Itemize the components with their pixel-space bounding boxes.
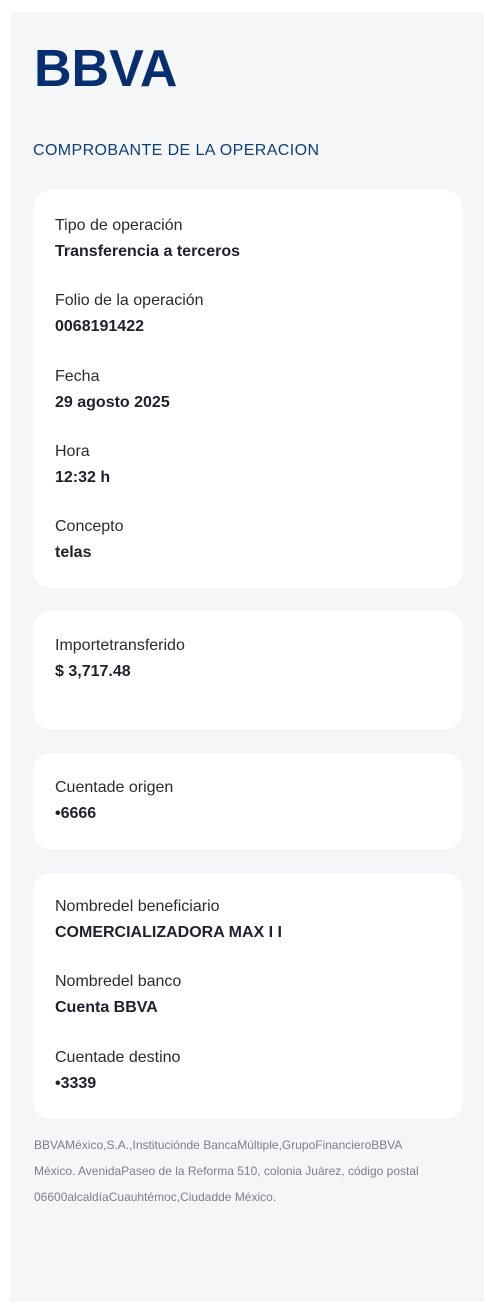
- page-title: COMPROBANTE DE LA OPERACION: [33, 142, 320, 159]
- destination-account-field: Cuentade destino •3339: [55, 1048, 180, 1094]
- amount-label: Importetransferido: [55, 637, 185, 654]
- folio-label: Folio de la operación: [55, 292, 204, 309]
- bank-name-field: Nombredel banco Cuenta BBVA: [55, 972, 181, 1018]
- footer-line-2: México. AvenidaPaseo de la Reforma 510, …: [34, 1164, 419, 1178]
- concept-label: Concepto: [55, 518, 124, 535]
- operation-details-card: Tipo de operación Transferencia a tercer…: [33, 190, 463, 588]
- beneficiary-name-field: Nombredel beneficiario COMERCIALIZADORA …: [55, 897, 282, 943]
- footer-line-1: BBVAMéxico,S.A.,Instituciónde BancaMúlti…: [34, 1138, 403, 1152]
- origin-account-card: Cuentade origen •6666: [33, 753, 463, 849]
- date-field: Fecha 29 agosto 2025: [55, 367, 170, 413]
- folio-value: 0068191422: [55, 318, 144, 335]
- beneficiary-name-label: Nombredel beneficiario: [55, 898, 220, 915]
- receipt-page: BBVA COMPROBANTE DE LA OPERACION Tipo de…: [10, 12, 484, 1302]
- time-value: 12:32 h: [55, 469, 111, 486]
- logo-text: BBVA: [34, 42, 177, 92]
- footer-line-3: 06600alcaldíaCuauhtémoc,Ciudadde México.: [34, 1190, 277, 1204]
- concept-value: telas: [55, 544, 92, 561]
- beneficiary-name-value: COMERCIALIZADORA MAX I I: [55, 924, 282, 941]
- legal-footer: BBVAMéxico,S.A.,Instituciónde BancaMúlti…: [34, 1132, 458, 1210]
- beneficiary-card: Nombredel beneficiario COMERCIALIZADORA …: [33, 873, 463, 1119]
- date-value: 29 agosto 2025: [55, 394, 170, 411]
- operation-type-label: Tipo de operación: [55, 217, 183, 234]
- operation-type-value: Transferencia a terceros: [55, 243, 240, 260]
- concept-field: Concepto telas: [55, 517, 124, 563]
- time-label: Hora: [55, 443, 90, 460]
- origin-account-label: Cuentade origen: [55, 779, 174, 796]
- time-field: Hora 12:32 h: [55, 442, 110, 488]
- destination-account-label: Cuentade destino: [55, 1049, 181, 1066]
- origin-account-value: •6666: [55, 805, 97, 822]
- date-label: Fecha: [55, 368, 100, 385]
- bbva-logo: BBVA: [34, 42, 184, 92]
- amount-card: Importetransferido $ 3,717.48: [33, 611, 463, 729]
- folio-field: Folio de la operación 0068191422: [55, 291, 204, 337]
- amount-field: Importetransferido $ 3,717.48: [55, 636, 185, 682]
- bank-name-value: Cuenta BBVA: [55, 999, 158, 1016]
- bank-name-label: Nombredel banco: [55, 973, 182, 990]
- destination-account-value: •3339: [55, 1075, 97, 1092]
- amount-value: $ 3,717.48: [55, 663, 131, 680]
- origin-account-field: Cuentade origen •6666: [55, 778, 173, 824]
- operation-type-field: Tipo de operación Transferencia a tercer…: [55, 216, 240, 262]
